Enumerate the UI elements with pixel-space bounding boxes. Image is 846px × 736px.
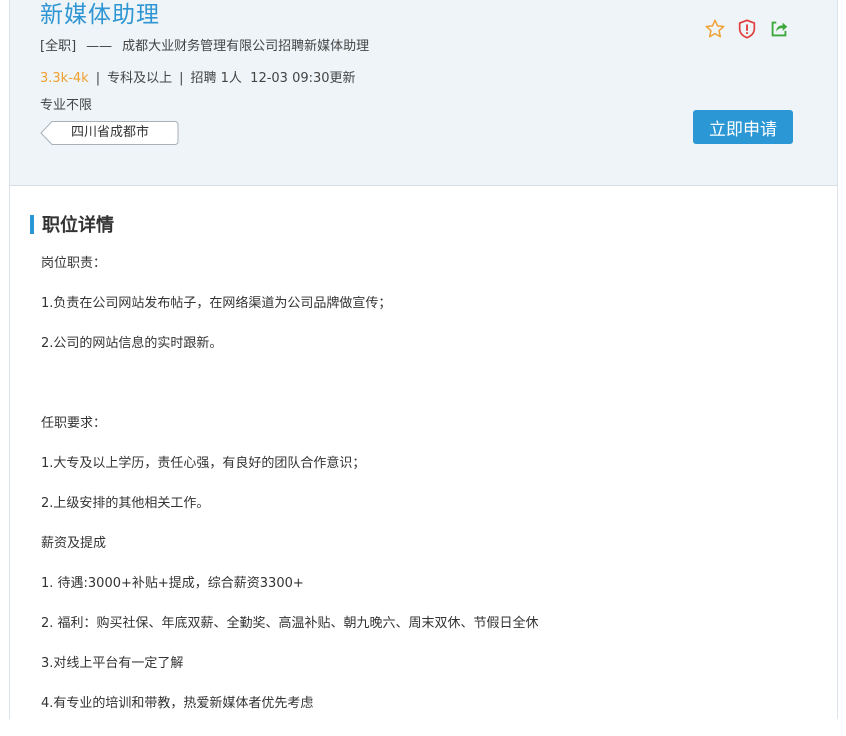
section-bar: [30, 214, 34, 234]
desc-line: 岗位职责：: [41, 256, 107, 271]
action-icons: [704, 18, 790, 40]
desc-line: 1. 待遇:3000+补贴+提成，综合薪资3300+: [41, 576, 304, 591]
desc-line: 薪资及提成: [41, 536, 107, 551]
location-tag: 四川省成都市: [40, 121, 179, 145]
desc-line: 2.上级安排的其他相关工作。: [41, 496, 210, 511]
update-time: 12-03 09:30更新: [250, 71, 356, 86]
desc-line: 1.大专及以上学历，责任心强，有良好的团队合作意识；: [41, 456, 366, 471]
section-title: 职位详情: [30, 213, 114, 236]
major-requirement: 专业不限: [40, 98, 93, 113]
desc-line: 2. 福利：购买社保、年底双薪、全勤奖、高温补贴、朝九晚六、周末双休、节假日全休: [41, 616, 539, 631]
desc-line: [41, 376, 821, 416]
desc-line: 4.有专业的培训和带教，热爱新媒体者优先考虑: [41, 696, 314, 711]
job-description: 岗位职责： 1.负责在公司网站发布帖子，在网络渠道为公司品牌做宣传； 2.公司的…: [41, 256, 821, 736]
desc-line: 1.负责在公司网站发布帖子，在网络渠道为公司品牌做宣传；: [41, 296, 392, 311]
desc-line: 3.对线上平台有一定了解: [41, 656, 184, 671]
education: 专科及以上: [107, 71, 173, 86]
desc-line: 任职要求：: [41, 416, 107, 431]
salary: 3.3k-4k: [40, 71, 89, 86]
location-text: 四川省成都市: [71, 125, 150, 140]
job-type-tag: [全职]: [40, 39, 77, 54]
job-detail-panel: 新媒体助理 [全职] —— 成都大业财务管理有限公司招聘新媒体助理 3.3k-4k |…: [9, 0, 838, 719]
apply-button[interactable]: 立即申请: [693, 110, 793, 144]
star-icon[interactable]: [704, 18, 726, 40]
job-subtitle: [全职] —— 成都大业财务管理有限公司招聘新媒体助理: [40, 35, 369, 54]
shield-icon[interactable]: [736, 18, 758, 40]
meta-separator: |: [95, 71, 101, 86]
company-line: 成都大业财务管理有限公司招聘新媒体助理: [122, 39, 370, 54]
dash-separator: ——: [86, 39, 113, 54]
meta-separator: |: [179, 71, 184, 86]
job-meta: 3.3k-4k | 专科及以上 | 招聘 1人 12-03 09:30更新: [40, 67, 356, 86]
section-heading: 职位详情: [42, 215, 114, 236]
job-header: 新媒体助理 [全职] —— 成都大业财务管理有限公司招聘新媒体助理 3.3k-4k |…: [10, 0, 837, 186]
headcount: 招聘 1人: [190, 71, 242, 86]
desc-line: 2.公司的网站信息的实时跟新。: [41, 336, 223, 351]
share-icon[interactable]: [768, 18, 790, 40]
job-title: 新媒体助理: [40, 2, 160, 28]
